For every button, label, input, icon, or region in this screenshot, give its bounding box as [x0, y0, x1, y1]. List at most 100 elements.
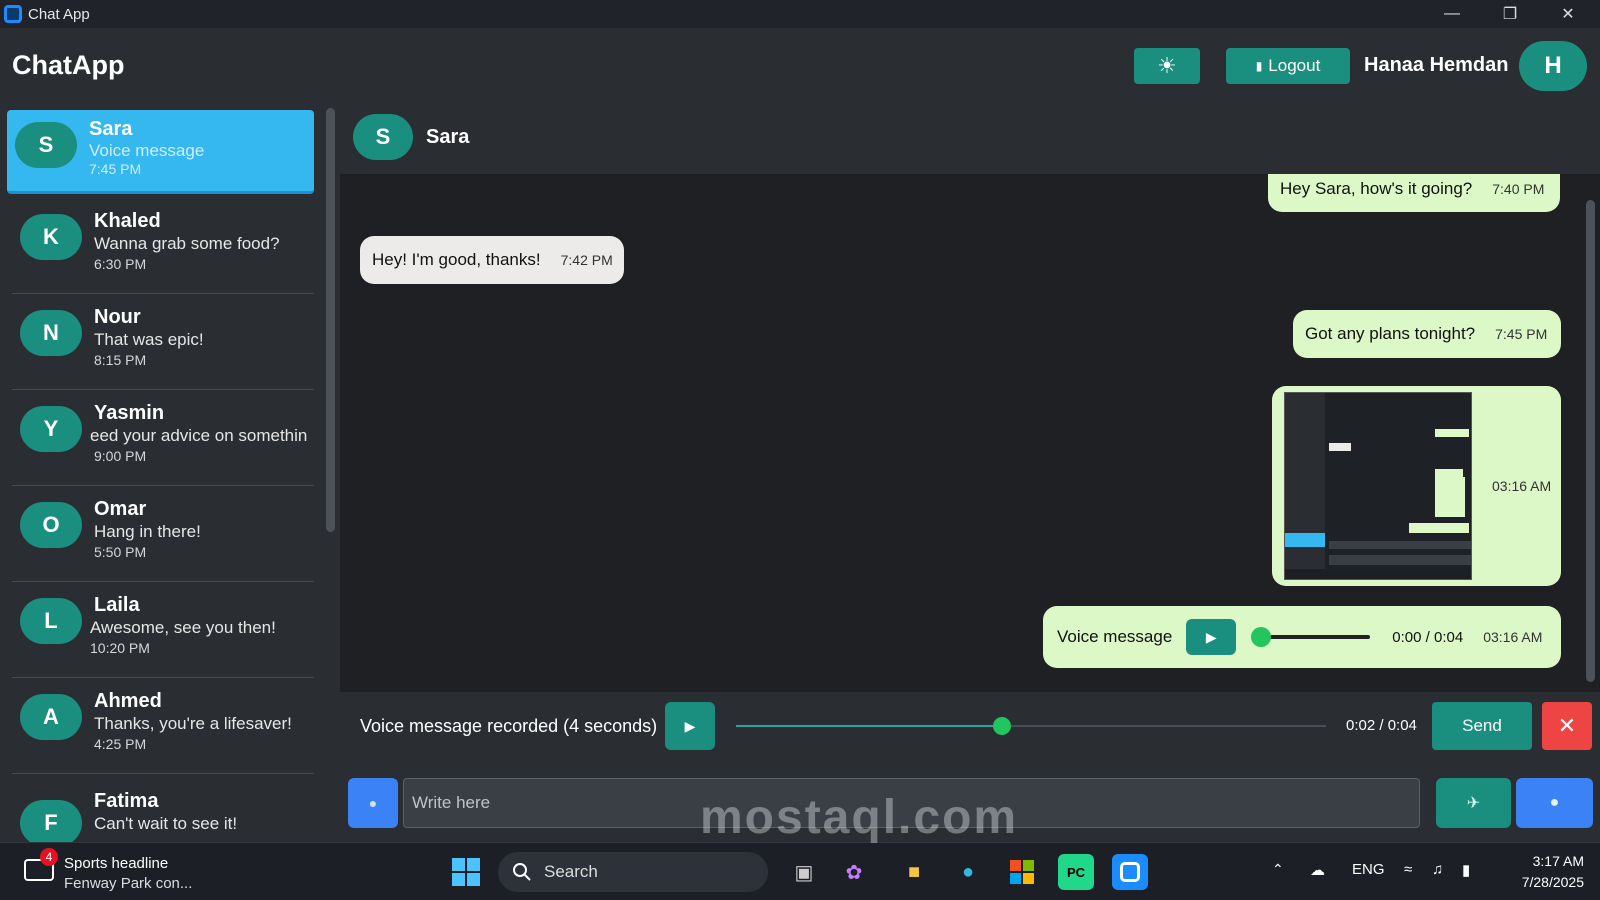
- voice-progress-slider[interactable]: [1251, 627, 1371, 647]
- close-icon: ✕: [1557, 713, 1577, 738]
- message-time: 7:45 PM: [1495, 326, 1548, 342]
- volume-icon[interactable]: ♫: [1432, 861, 1443, 878]
- logout-label: Logout: [1268, 56, 1321, 75]
- contact-name: Yasmin: [94, 402, 165, 424]
- contact-name: Laila: [94, 594, 140, 616]
- contact-name: Khaled: [94, 210, 161, 232]
- recording-play-button[interactable]: ▶: [665, 702, 715, 750]
- send-recording-button[interactable]: Send: [1432, 702, 1532, 750]
- contact-time: 4:25 PM: [94, 736, 147, 752]
- contact-time: 7:45 PM: [89, 161, 142, 177]
- contact-item-ahmed[interactable]: A Ahmed Thanks, you're a lifesaver! 4:25…: [12, 680, 314, 774]
- user-avatar[interactable]: H: [1519, 41, 1587, 91]
- close-window-button[interactable]: ✕: [1540, 0, 1596, 28]
- voice-play-button[interactable]: ▶: [1186, 619, 1237, 655]
- pycharm-icon[interactable]: PC: [1058, 854, 1094, 890]
- attach-icon: ●: [368, 795, 378, 811]
- start-button[interactable]: [448, 854, 484, 890]
- news-subtitle: Fenway Park con...: [64, 875, 193, 892]
- message-input[interactable]: [403, 778, 1420, 828]
- news-widget[interactable]: 4 Sports headline Fenway Park con...: [22, 848, 202, 895]
- messages-area: Hey Sara, how's it going? 7:40 PM Hey! I…: [340, 174, 1600, 692]
- contact-time: 5:50 PM: [94, 544, 147, 560]
- contact-avatar: A: [20, 694, 82, 740]
- wifi-icon[interactable]: ≈: [1404, 861, 1412, 878]
- logout-button[interactable]: ▮ Logout: [1226, 48, 1350, 84]
- contacts-sidebar: S Sara Voice message 7:45 PM K Khaled Wa…: [0, 106, 340, 842]
- play-icon: ▶: [1205, 628, 1217, 645]
- slider-thumb[interactable]: [1251, 627, 1272, 647]
- contact-item-laila[interactable]: L Laila Awesome, see you then! 10:20 PM: [12, 584, 314, 678]
- language-indicator[interactable]: ENG: [1352, 861, 1385, 878]
- copilot-icon[interactable]: ✿: [836, 854, 872, 890]
- clock-date: 7/28/2025: [1521, 874, 1584, 890]
- taskbar-search[interactable]: Search: [498, 852, 768, 892]
- message-bubble-in: Hey! I'm good, thanks! 7:42 PM: [360, 236, 624, 284]
- search-icon: [513, 863, 531, 881]
- recording-progress-text: 0:02 / 0:04: [1346, 717, 1417, 734]
- cancel-recording-button[interactable]: ✕: [1542, 702, 1592, 750]
- news-title: Sports headline: [64, 855, 169, 872]
- message-time: 7:40 PM: [1492, 181, 1545, 197]
- image-attachment[interactable]: [1284, 392, 1472, 580]
- file-explorer-icon[interactable]: ■: [896, 854, 932, 890]
- message-bubble-voice: Voice message ▶ 0:00 / 0:04 03:16 AM: [1043, 606, 1561, 668]
- voice-recording-bar: Voice message recorded (4 seconds) ▶ 0:0…: [348, 695, 1592, 757]
- os-taskbar: 4 Sports headline Fenway Park con... Sea…: [0, 842, 1600, 900]
- task-view-icon[interactable]: ▣: [786, 854, 822, 890]
- contact-item-khaled[interactable]: K Khaled Wanna grab some food? 6:30 PM: [12, 200, 314, 294]
- sidebar-scrollbar[interactable]: [326, 108, 335, 532]
- app-icon: [4, 5, 22, 23]
- send-message-button[interactable]: ✈: [1436, 778, 1511, 828]
- theme-toggle-button[interactable]: ☀: [1134, 48, 1200, 84]
- messages-scrollbar[interactable]: [1586, 200, 1595, 682]
- attach-button[interactable]: ●: [348, 778, 398, 828]
- record-voice-button[interactable]: ●: [1516, 778, 1593, 828]
- recording-label: Voice message recorded (4 seconds): [360, 716, 658, 736]
- taskbar-clock[interactable]: 3:17 AM 7/28/2025: [1504, 851, 1584, 893]
- lock-icon: ▮: [1255, 59, 1263, 73]
- contact-item-fatima[interactable]: F Fatima Can't wait to see it!: [12, 776, 314, 842]
- chat-contact-name: Sara: [426, 126, 470, 148]
- message-bubble-out: Got any plans tonight? 7:45 PM: [1293, 310, 1561, 358]
- app-brand: ChatApp: [12, 50, 125, 80]
- contact-last-message: Awesome, see you then!: [90, 618, 276, 637]
- app-header: ChatApp ☀ ▮ Logout Hanaa Hemdan H: [0, 28, 1600, 106]
- contact-avatar: Y: [20, 406, 82, 452]
- store-icon[interactable]: [1004, 854, 1040, 890]
- contact-last-message: Can't wait to see it!: [94, 814, 238, 833]
- message-text: Hey! I'm good, thanks!: [372, 250, 541, 269]
- contact-time: 6:30 PM: [94, 256, 147, 272]
- edge-browser-icon[interactable]: ●: [950, 854, 986, 890]
- chat-header: S Sara: [340, 106, 1600, 174]
- contact-name: Fatima: [94, 790, 159, 812]
- message-time: 03:16 AM: [1483, 629, 1543, 645]
- clock-time: 3:17 AM: [1532, 853, 1584, 869]
- onedrive-icon[interactable]: ☁: [1310, 861, 1325, 879]
- recording-progress-slider[interactable]: [736, 717, 1326, 735]
- contact-last-message: That was epic!: [94, 330, 204, 349]
- restore-button[interactable]: ❐: [1482, 0, 1538, 28]
- contact-item-sara[interactable]: S Sara Voice message 7:45 PM: [7, 110, 314, 194]
- chat-contact-avatar: S: [353, 114, 413, 160]
- contact-last-message: Voice message: [89, 141, 205, 160]
- slider-thumb[interactable]: [992, 717, 1011, 735]
- message-text: Got any plans tonight?: [1305, 324, 1476, 343]
- message-bubble-out: Hey Sara, how's it going? 7:40 PM: [1268, 174, 1560, 212]
- contact-name: Nour: [94, 306, 141, 328]
- contact-item-yasmin[interactable]: Y Yasmin eed your advice on somethin 9:0…: [12, 392, 314, 486]
- chevron-up-icon[interactable]: ⌃: [1272, 861, 1284, 878]
- voice-progress-text: 0:00 / 0:04: [1392, 628, 1464, 646]
- contact-avatar: F: [20, 800, 82, 842]
- sun-icon: ☀: [1157, 53, 1177, 78]
- battery-icon[interactable]: ▮: [1462, 861, 1470, 879]
- chat-app-taskbar-icon[interactable]: [1112, 854, 1148, 890]
- contact-item-omar[interactable]: O Omar Hang in there! 5:50 PM: [12, 488, 314, 582]
- message-time: 03:16 AM: [1492, 478, 1552, 494]
- voice-message-label: Voice message: [1057, 627, 1173, 646]
- store-logo-icon: [1010, 860, 1034, 884]
- contact-avatar: O: [20, 502, 82, 548]
- user-name: Hanaa Hemdan: [1364, 54, 1509, 76]
- contact-item-nour[interactable]: N Nour That was epic! 8:15 PM: [12, 296, 314, 390]
- minimize-button[interactable]: —: [1424, 0, 1480, 28]
